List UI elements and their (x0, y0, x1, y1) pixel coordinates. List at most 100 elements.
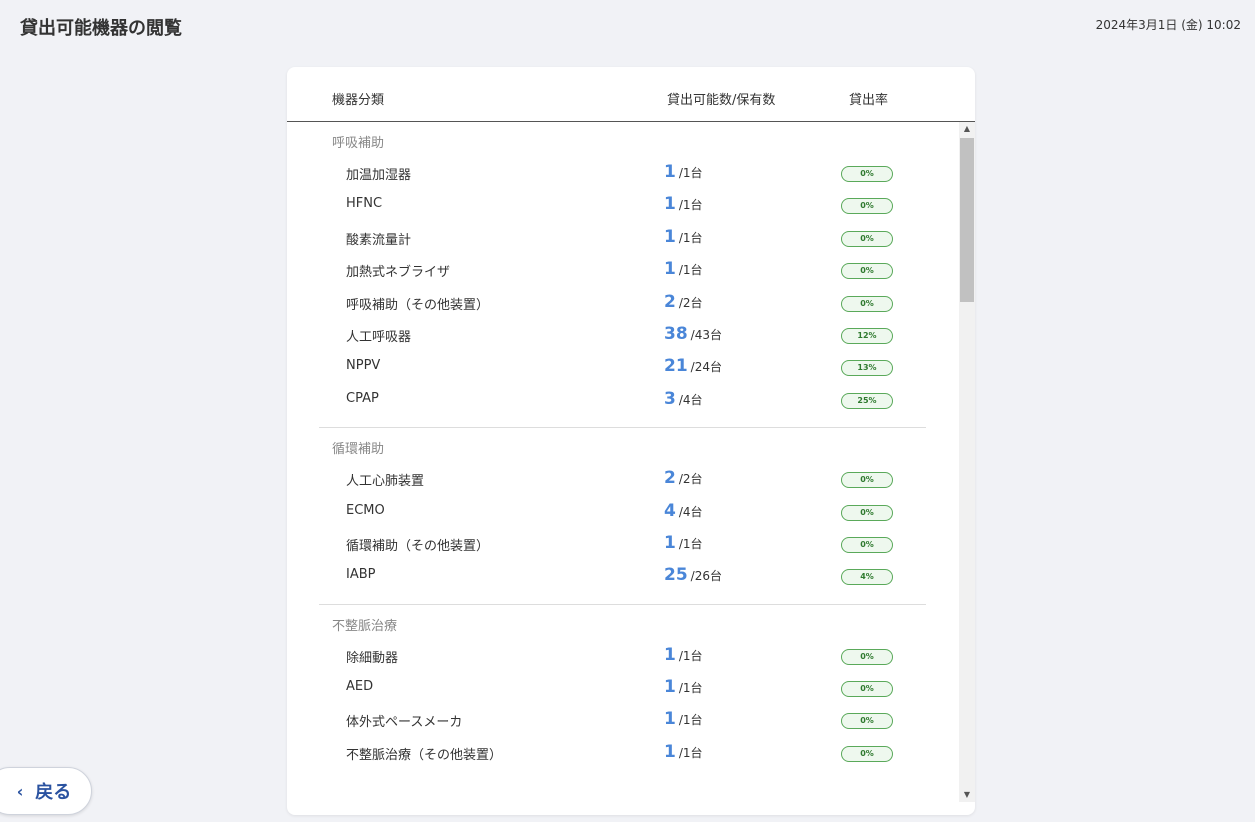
equipment-name: HFNC (346, 196, 383, 212)
equipment-name: ECMO (346, 502, 385, 518)
total-count: /1台 (678, 536, 703, 551)
equipment-count: 1/1台 (664, 709, 703, 729)
equipment-count: 4/4台 (664, 501, 703, 521)
total-count: /2台 (678, 472, 703, 487)
equipment-count: 38/43台 (664, 324, 722, 344)
rental-rate-badge: 0% (841, 263, 893, 280)
equipment-row[interactable]: CPAP 3/4台 25% (319, 385, 926, 417)
scrollbar[interactable]: ▲ ▼ (959, 122, 975, 802)
equipment-name: IABP (346, 567, 376, 583)
equipment-count: 2/2台 (664, 292, 703, 312)
equipment-name: NPPV (346, 358, 381, 374)
rental-rate-badge: 25% (841, 392, 893, 409)
available-count: 1 (664, 194, 676, 215)
equipment-row[interactable]: 体外式ペースメーカ 1/1台 0% (319, 705, 926, 737)
available-count: 2 (664, 291, 676, 312)
table-header: 機器分類 貸出可能数/保有数 貸出率 (287, 67, 975, 122)
column-header-rate: 貸出率 (849, 93, 889, 108)
equipment-row[interactable]: 不整脈治療（その他装置） 1/1台 0% (319, 738, 926, 770)
total-count: /24台 (690, 360, 722, 375)
total-count: /1台 (678, 230, 703, 245)
equipment-row[interactable]: 人工呼吸器 38/43台 12% (319, 320, 926, 352)
available-count: 1 (664, 532, 676, 553)
equipment-group: 循環補助 人工心肺装置 2/2台 0% ECMO 4/4台 0% 循環補助（その他装置） 1/1… (319, 428, 926, 605)
equipment-count: 1/1台 (664, 227, 703, 247)
equipment-name: 循環補助（その他装置） (346, 538, 490, 554)
scroll-down-arrow-icon[interactable]: ▼ (959, 788, 975, 802)
equipment-count: 1/1台 (664, 742, 703, 762)
column-header-count: 貸出可能数/保有数 (667, 93, 776, 108)
equipment-count: 1/1台 (664, 162, 703, 182)
equipment-name: 人工呼吸器 (346, 329, 412, 345)
equipment-count: 1/1台 (664, 645, 703, 665)
total-count: /4台 (678, 392, 703, 407)
available-count: 1 (664, 677, 676, 698)
equipment-count: 25/26台 (664, 565, 722, 585)
total-count: /1台 (678, 713, 703, 728)
equipment-name: AED (346, 679, 374, 695)
rental-rate-badge: 0% (841, 504, 893, 521)
equipment-name: 呼吸補助（その他装置） (346, 297, 490, 313)
equipment-list[interactable]: 呼吸補助 加温加湿器 1/1台 0% HFNC 1/1台 0% 酸素流量計 1/1台 0% 加熱式ネ… (287, 122, 959, 815)
equipment-row[interactable]: 加熱式ネブライザ 1/1台 0% (319, 255, 926, 287)
rental-rate-badge: 0% (841, 198, 893, 215)
equipment-row[interactable]: 酸素流量計 1/1台 0% (319, 223, 926, 255)
equipment-name: 除細動器 (346, 650, 399, 666)
available-count: 38 (664, 323, 688, 344)
equipment-count: 1/1台 (664, 677, 703, 697)
rental-rate-badge: 0% (841, 536, 893, 553)
equipment-row[interactable]: 循環補助（その他装置） 1/1台 0% (319, 529, 926, 561)
equipment-count: 1/1台 (664, 194, 703, 214)
rental-rate-badge: 4% (841, 569, 893, 586)
equipment-row[interactable]: 人工心肺装置 2/2台 0% (319, 464, 926, 496)
equipment-row[interactable]: HFNC 1/1台 0% (319, 190, 926, 222)
equipment-name: 不整脈治療（その他装置） (346, 747, 503, 763)
group-title: 呼吸補助 (332, 136, 385, 151)
chevron-left-icon: ‹ (16, 781, 24, 801)
equipment-name: 加温加湿器 (346, 168, 412, 183)
equipment-group: 呼吸補助 加温加湿器 1/1台 0% HFNC 1/1台 0% 酸素流量計 1/1台 0% 加熱式ネ… (319, 122, 926, 429)
equipment-count: 3/4台 (664, 389, 703, 409)
equipment-row[interactable]: 呼吸補助（その他装置） 2/2台 0% (319, 288, 926, 320)
scroll-up-arrow-icon[interactable]: ▲ (959, 122, 975, 136)
scrollbar-thumb[interactable] (960, 138, 974, 302)
available-count: 4 (664, 500, 676, 521)
equipment-row[interactable]: 加温加湿器 1/1台 0% (319, 158, 926, 190)
equipment-row[interactable]: ECMO 4/4台 0% (319, 497, 926, 529)
equipment-count: 2/2台 (664, 468, 703, 488)
rental-rate-badge: 0% (841, 745, 893, 762)
total-count: /2台 (678, 295, 703, 310)
rental-rate-badge: 12% (841, 327, 893, 344)
equipment-row[interactable]: 除細動器 1/1台 0% (319, 641, 926, 673)
page-title: 貸出可能機器の閲覧 (20, 18, 182, 39)
available-count: 1 (664, 644, 676, 665)
available-count: 21 (664, 356, 688, 377)
equipment-name: 人工心肺装置 (346, 474, 425, 490)
equipment-count: 1/1台 (664, 259, 703, 279)
total-count: /1台 (678, 198, 703, 213)
equipment-row[interactable]: NPPV 21/24台 13% (319, 352, 926, 384)
available-count: 1 (664, 259, 676, 280)
total-count: /1台 (678, 166, 703, 180)
available-count: 2 (664, 468, 676, 489)
rental-rate-badge: 0% (841, 295, 893, 312)
total-count: /4台 (678, 504, 703, 519)
available-count: 1 (664, 741, 676, 762)
equipment-list-card: 機器分類 貸出可能数/保有数 貸出率 呼吸補助 加温加湿器 1/1台 0% HFNC 1/… (287, 67, 975, 815)
total-count: /1台 (678, 648, 703, 663)
total-count: /26台 (690, 569, 722, 584)
equipment-count: 1/1台 (664, 533, 703, 553)
rental-rate-badge: 0% (841, 230, 893, 247)
rental-rate-badge: 0% (841, 713, 893, 730)
total-count: /1台 (678, 681, 703, 696)
total-count: /1台 (678, 745, 703, 760)
rental-rate-badge: 0% (841, 681, 893, 698)
equipment-row[interactable]: AED 1/1台 0% (319, 673, 926, 705)
back-button[interactable]: ‹ 戻る (0, 767, 92, 815)
group-title: 不整脈治療 (332, 618, 398, 634)
column-header-category: 機器分類 (332, 93, 385, 108)
equipment-row[interactable]: IABP 25/26台 4% (319, 561, 926, 593)
